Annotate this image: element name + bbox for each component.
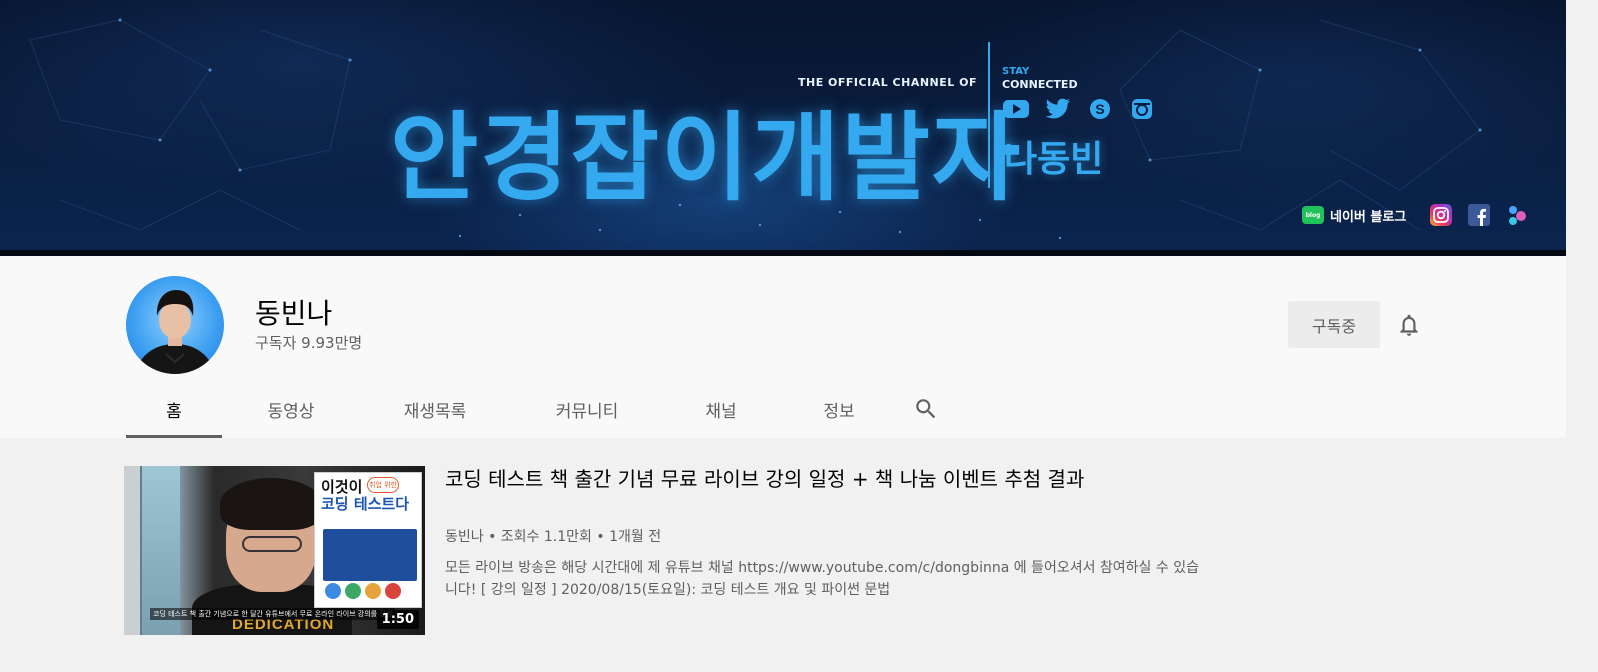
search-icon[interactable]	[900, 380, 952, 438]
book-illustration	[323, 529, 417, 581]
banner-connected-text: CONNECTED	[1002, 78, 1078, 91]
twitter-icon	[1044, 98, 1072, 120]
naver-blog-link[interactable]: blog 네이버 블로그	[1302, 206, 1406, 225]
video-duration: 1:50	[376, 610, 419, 629]
banner-divider	[988, 42, 990, 188]
tab-channels[interactable]: 채널	[664, 380, 778, 438]
channel-name[interactable]: 동빈나	[255, 292, 332, 332]
thumbnail-caption: 코딩 테스트 책 출간 기념으로 한 달간 유튜브에서 무료 온라인 라이브 강…	[150, 608, 396, 620]
tab-home[interactable]: 홈	[126, 380, 222, 438]
video-thumbnail[interactable]: DEDICATION 이것이 코딩 테스트다 취업 위한 코딩 테스트 책 출간…	[124, 466, 425, 635]
blog-icon: blog	[1302, 206, 1324, 224]
book-circle	[325, 583, 341, 599]
book-circles	[325, 583, 401, 599]
book-badge: 취업 위한	[367, 477, 399, 493]
book-circle	[345, 583, 361, 599]
book-title-line-2: 코딩 테스트다	[321, 495, 410, 513]
channel-tabs: 홈 동영상 재생목록 커뮤니티 채널 정보	[126, 380, 952, 438]
instagram-icon[interactable]	[1430, 204, 1453, 226]
thumbnail-glasses	[242, 536, 302, 552]
banner-name: 나동빈	[1004, 139, 1104, 180]
avatar-portrait	[134, 290, 216, 374]
bell-icon[interactable]	[1396, 312, 1422, 338]
tab-label: 정보	[823, 401, 855, 422]
tab-label: 채널	[705, 401, 737, 422]
banner-stay-text: STAY	[1002, 66, 1030, 77]
tab-label: 동영상	[267, 401, 315, 422]
tab-community[interactable]: 커뮤니티	[510, 380, 664, 438]
naver-blog-label: 네이버 블로그	[1330, 209, 1407, 225]
tab-label: 재생목록	[403, 401, 467, 422]
channel-banner: THE OFFICIAL CHANNEL OF 안경잡이개발자 STAY CON…	[0, 0, 1566, 256]
video-title[interactable]: 코딩 테스트 책 출간 기념 무료 라이브 강의 일정 + 책 나눔 이벤트 추…	[445, 466, 1115, 493]
thumbnail-book-cover: 이것이 코딩 테스트다 취업 위한	[314, 472, 422, 608]
thumbnail-background-door	[124, 466, 140, 635]
thumbnail-person-hair	[220, 478, 322, 530]
channel-avatar[interactable]	[126, 276, 224, 374]
subscribed-button[interactable]: 구독중	[1288, 301, 1380, 348]
youtube-icon	[1002, 98, 1030, 120]
banner-links: blog 네이버 블로그	[1302, 204, 1544, 226]
book-circle	[365, 583, 381, 599]
svg-text:S: S	[1095, 101, 1104, 117]
instagram-icon	[1128, 98, 1156, 120]
tab-about[interactable]: 정보	[778, 380, 900, 438]
subscriber-count: 구독자 9.93만명	[255, 334, 363, 352]
banner-title: 안경잡이개발자	[390, 102, 1023, 214]
facebook-icon[interactable]	[1468, 204, 1491, 226]
video-description: 모든 라이브 방송은 해당 시간대에 제 유튜브 채널 https://www.…	[445, 560, 1199, 598]
book-circle	[385, 583, 401, 599]
tab-label: 커뮤니티	[555, 401, 619, 422]
channel-header: 동빈나 구독자 9.93만명 구독중 홈 동영상 재생목록 커뮤니티 채널 정보	[0, 256, 1566, 438]
video-meta: 동빈나 • 조회수 1.1만회 • 1개월 전	[445, 529, 662, 545]
tab-label: 홈	[166, 401, 182, 422]
app-icon[interactable]	[1506, 204, 1528, 226]
tab-videos[interactable]: 동영상	[222, 380, 360, 438]
skype-icon: S	[1086, 98, 1114, 120]
tab-playlists[interactable]: 재생목록	[360, 380, 510, 438]
banner-social-icons: S	[1002, 98, 1156, 120]
